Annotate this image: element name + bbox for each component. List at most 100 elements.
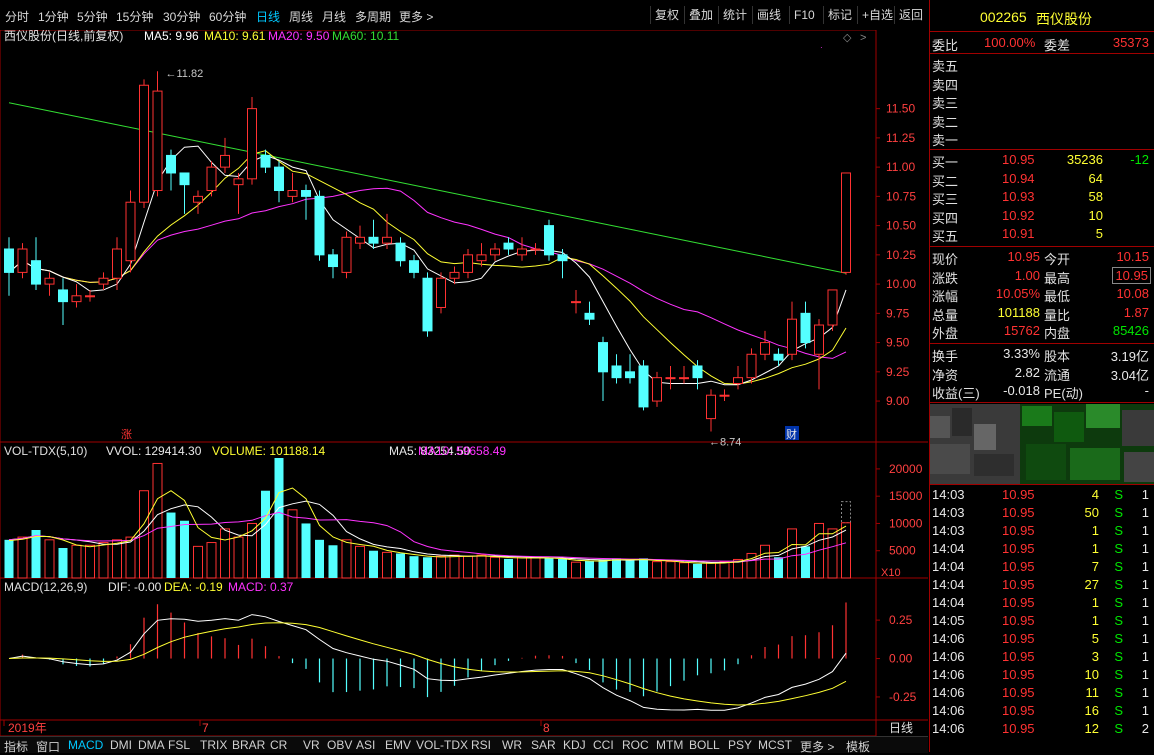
candle[interactable]	[220, 137, 230, 173]
indicator-tab-8[interactable]: CR	[270, 738, 287, 752]
candle[interactable]	[355, 225, 365, 249]
candle[interactable]	[706, 389, 716, 432]
indicator-tab-16[interactable]: SAR	[531, 738, 556, 752]
kline-chart[interactable]: 西仪股份(日线,前复权) MA5: 9.96 MA10: 9.61 MA20: 9.5…	[0, 28, 928, 737]
candle[interactable]	[166, 149, 176, 191]
candle[interactable]	[557, 249, 568, 279]
candle[interactable]	[760, 330, 770, 361]
candle[interactable]	[800, 301, 811, 349]
toolbar-button-5[interactable]: 标记	[823, 6, 856, 24]
candle[interactable]	[395, 237, 406, 267]
toolbar-button-2[interactable]: 统计	[718, 6, 751, 24]
indicator-tab-0[interactable]: 指标	[4, 738, 28, 755]
period-2[interactable]: 5分钟	[77, 8, 108, 25]
chevron-right-icon[interactable]: >	[860, 32, 866, 44]
indicator-tab-18[interactable]: CCI	[593, 738, 614, 752]
indicator-tab-7[interactable]: BRAR	[232, 738, 265, 752]
candle[interactable]	[719, 389, 730, 402]
indicator-tab-17[interactable]: KDJ	[563, 738, 586, 752]
period-8[interactable]: 月线	[322, 8, 346, 25]
candle[interactable]	[503, 237, 514, 255]
toolbar-button-7[interactable]: 返回	[894, 6, 927, 24]
candle[interactable]	[193, 190, 203, 214]
candle[interactable]	[530, 243, 541, 255]
limit-up-marker[interactable]: 涨	[121, 428, 132, 441]
candle[interactable]	[544, 219, 554, 261]
candle[interactable]	[638, 360, 649, 411]
candle[interactable]	[409, 254, 419, 279]
period-1[interactable]: 1分钟	[38, 8, 69, 25]
toolbar-button-1[interactable]: 叠加	[684, 6, 717, 24]
candle[interactable]	[58, 278, 68, 326]
indicator-tab-24[interactable]: 更多 >	[800, 738, 834, 755]
toolbar-button-4[interactable]: F10	[789, 6, 819, 24]
candle[interactable]	[233, 172, 244, 214]
period-5[interactable]: 60分钟	[209, 8, 246, 25]
toolbar-button-0[interactable]: 复权	[650, 6, 683, 24]
indicator-tab-14[interactable]: RSI	[471, 738, 491, 752]
candle[interactable]	[139, 79, 149, 209]
candle[interactable]	[152, 71, 163, 197]
indicator-tab-4[interactable]: DMA	[138, 738, 165, 752]
indicator-tab-25[interactable]: 模板	[846, 738, 870, 755]
candle[interactable]	[206, 161, 217, 197]
indicator-tab-5[interactable]: FSL	[168, 738, 190, 752]
indicator-tab-2[interactable]: MACD	[68, 738, 103, 752]
candle[interactable]	[4, 237, 14, 296]
candle[interactable]	[112, 237, 122, 290]
candle[interactable]	[814, 319, 824, 390]
indicator-tab-20[interactable]: MTM	[656, 738, 683, 752]
period-10[interactable]: 更多 >	[399, 8, 433, 25]
indicator-tab-13[interactable]: VOL-TDX	[416, 738, 468, 752]
candle[interactable]	[436, 272, 446, 314]
candle[interactable]	[490, 243, 500, 261]
candle[interactable]	[584, 301, 595, 326]
period-corner-label[interactable]: 日线	[889, 721, 913, 735]
indicator-tab-10[interactable]: OBV	[327, 738, 352, 752]
candle[interactable]	[773, 348, 784, 366]
candle[interactable]	[841, 172, 851, 275]
candle[interactable]	[422, 272, 433, 337]
candle[interactable]	[328, 249, 338, 279]
indicator-tab-23[interactable]: MCST	[758, 738, 792, 752]
candle[interactable]	[44, 272, 55, 296]
candle[interactable]	[274, 161, 284, 203]
indicator-tab-6[interactable]: TRIX	[200, 738, 227, 752]
period-6[interactable]: 日线	[256, 8, 280, 25]
period-9[interactable]: 多周期	[355, 8, 391, 25]
candle[interactable]	[827, 289, 838, 331]
candle[interactable]	[679, 365, 689, 384]
candle[interactable]	[733, 365, 743, 390]
indicator-tab-15[interactable]: WR	[502, 738, 522, 752]
chart-area[interactable]: 西仪股份(日线,前复权) MA5: 9.96 MA10: 9.61 MA20: 9.5…	[0, 28, 928, 737]
candle[interactable]	[652, 371, 662, 407]
period-0[interactable]: 分时	[5, 8, 29, 25]
indicator-tab-1[interactable]: 窗口	[36, 738, 60, 755]
candle[interactable]	[17, 243, 28, 279]
diamond-icon[interactable]: ◇	[843, 32, 852, 44]
candle[interactable]	[125, 190, 136, 273]
candle[interactable]	[287, 172, 298, 203]
candle[interactable]	[476, 243, 487, 267]
candle[interactable]	[463, 249, 473, 279]
candle[interactable]	[179, 172, 190, 214]
candle[interactable]	[314, 190, 325, 261]
candle[interactable]	[368, 219, 379, 249]
indicator-tab-21[interactable]: BOLL	[689, 738, 720, 752]
toolbar-button-6[interactable]: +自选	[857, 6, 897, 24]
candle[interactable]	[98, 272, 109, 290]
candle[interactable]	[31, 237, 41, 290]
candle[interactable]	[71, 284, 82, 308]
period-3[interactable]: 15分钟	[116, 8, 153, 25]
candle[interactable]	[598, 336, 608, 402]
candle[interactable]	[247, 96, 257, 185]
candle[interactable]	[611, 354, 622, 384]
finance-marker[interactable]: 财	[786, 427, 797, 441]
candle[interactable]	[787, 301, 797, 361]
indicator-tab-3[interactable]: DMI	[110, 738, 132, 752]
candle[interactable]	[341, 231, 352, 279]
candle[interactable]	[665, 365, 676, 390]
candle[interactable]	[517, 237, 527, 261]
indicator-tab-19[interactable]: ROC	[622, 738, 649, 752]
indicator-tab-12[interactable]: EMV	[385, 738, 411, 752]
